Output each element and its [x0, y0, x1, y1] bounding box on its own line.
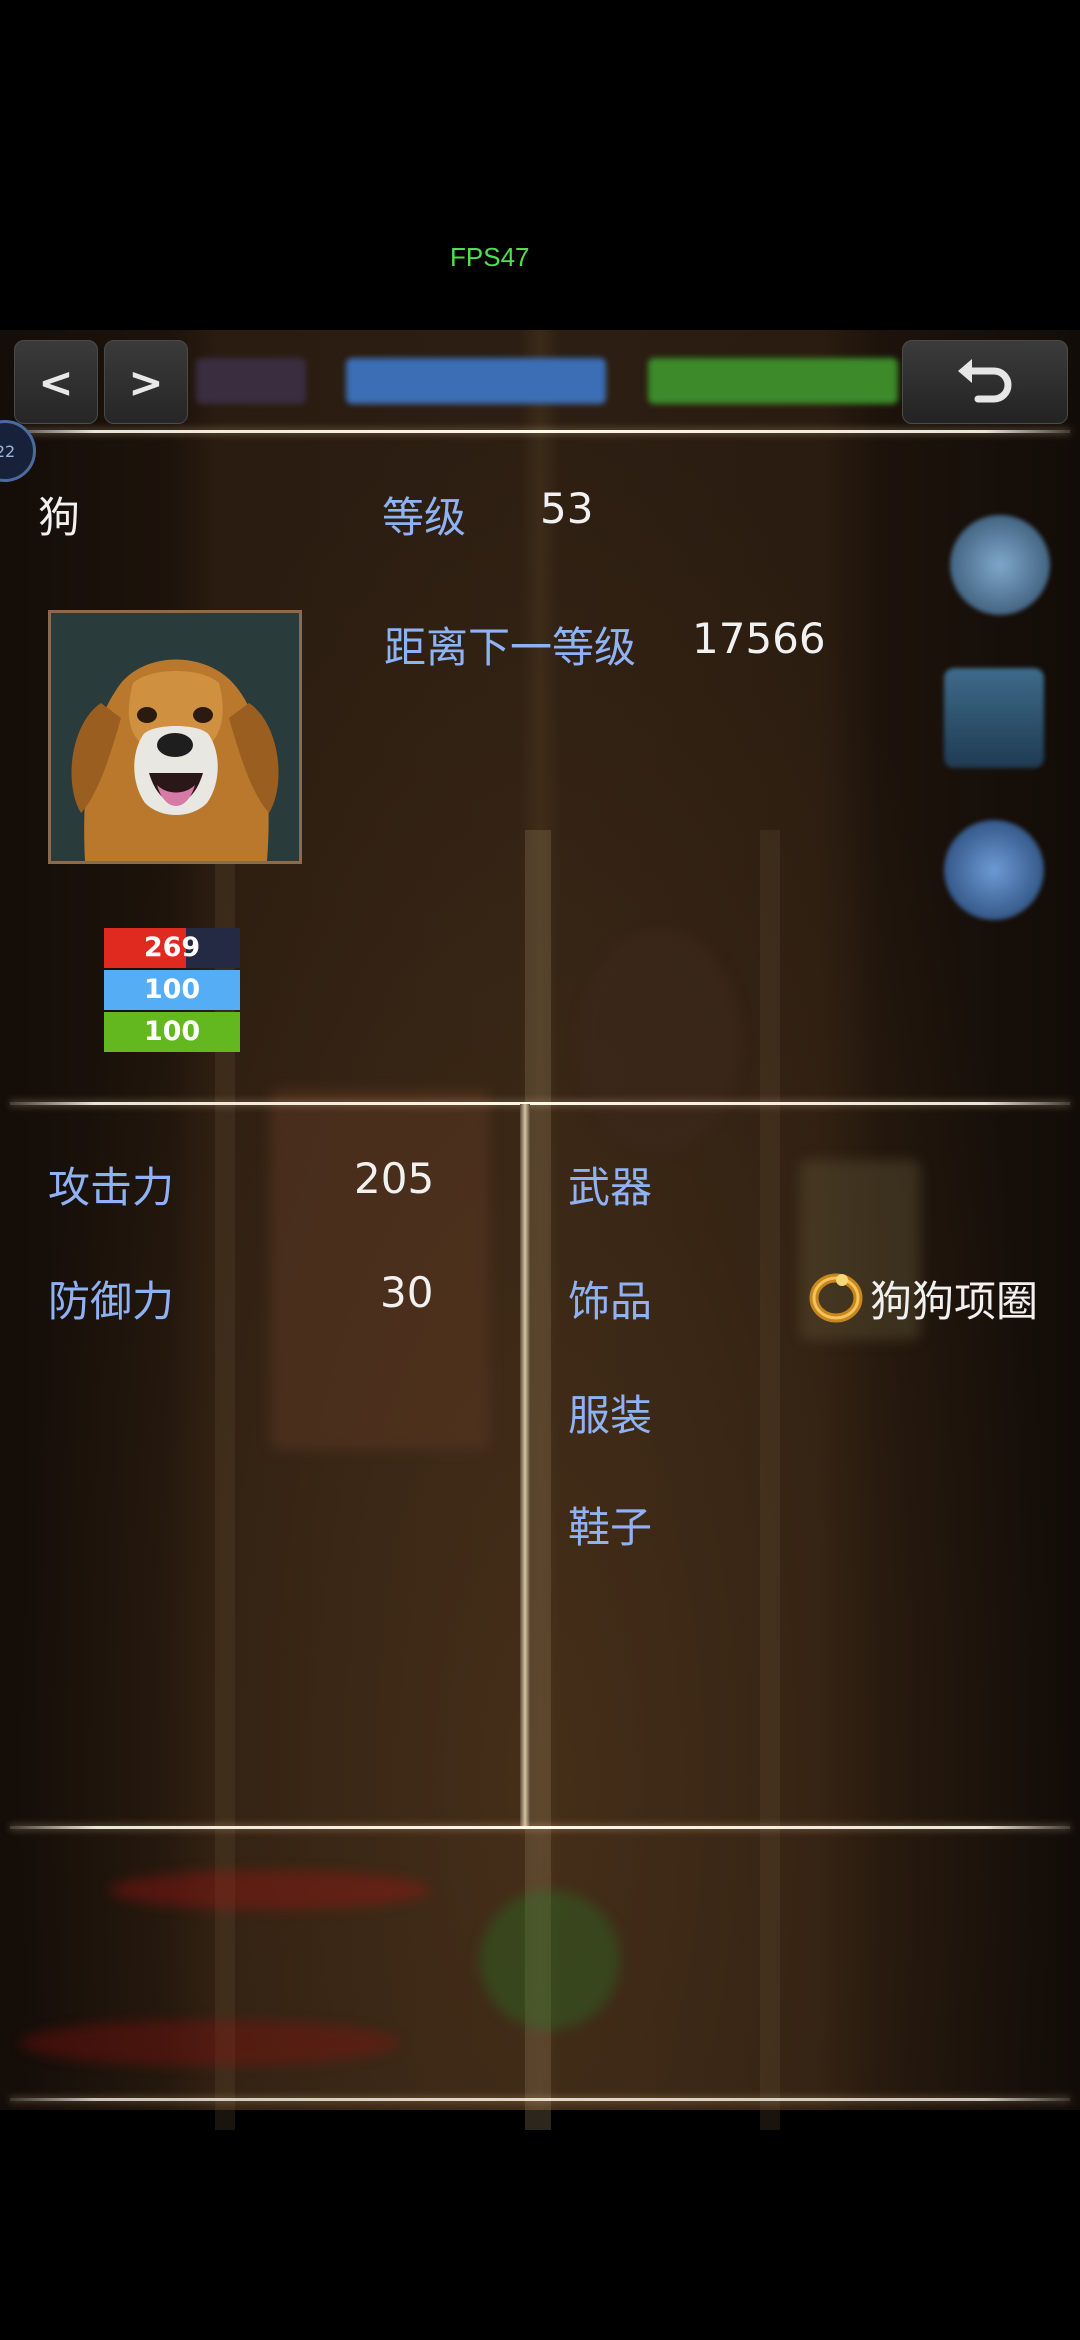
level-label: 等级	[382, 493, 467, 542]
defense-label: 防御力	[48, 1277, 175, 1326]
next-level-value: 17566	[692, 614, 826, 663]
map-icon	[944, 668, 1044, 768]
slot-shoes[interactable]: 鞋子	[568, 1494, 652, 1555]
next-button[interactable]: >	[104, 340, 188, 424]
ring-icon[interactable]	[808, 1268, 864, 1324]
slot-accessory[interactable]: 饰品	[568, 1268, 652, 1329]
top-navigation: < >	[0, 340, 1080, 436]
sp-value: 100	[143, 1016, 201, 1047]
dog-portrait	[48, 610, 302, 864]
level-value: 53	[540, 484, 594, 533]
hp-value: 269	[143, 932, 201, 963]
blurred-tab	[648, 358, 898, 404]
slot-clothing[interactable]: 服装	[568, 1382, 652, 1443]
divider	[10, 430, 1070, 433]
divider	[10, 2098, 1070, 2101]
globe-icon	[944, 820, 1044, 920]
attack-value: 205	[354, 1154, 435, 1203]
sp-bar: 100	[104, 1012, 240, 1052]
game-background	[0, 330, 1080, 2130]
blurred-tab	[196, 358, 306, 404]
mp-bar: 100	[104, 970, 240, 1010]
divider	[10, 1826, 1070, 1829]
character-name: 狗	[38, 493, 81, 542]
blurred-tab	[346, 358, 606, 404]
divider	[10, 1102, 1070, 1105]
slot-weapon[interactable]: 武器	[568, 1154, 652, 1215]
mp-value: 100	[143, 974, 201, 1005]
defense-value: 30	[380, 1268, 434, 1317]
attack-label: 攻击力	[48, 1163, 175, 1212]
return-icon	[958, 359, 1012, 403]
back-button[interactable]	[902, 340, 1068, 424]
magnifier-icon	[950, 515, 1050, 615]
column-divider	[520, 1104, 530, 1828]
prev-button[interactable]: <	[14, 340, 98, 424]
dog-portrait-icon	[51, 613, 299, 861]
next-level-label: 距离下一等级	[384, 623, 637, 672]
accessory-item[interactable]: 狗狗项圈	[870, 1268, 1038, 1329]
hp-bar: 269	[104, 928, 240, 968]
fps-counter: FPS47	[450, 242, 530, 272]
